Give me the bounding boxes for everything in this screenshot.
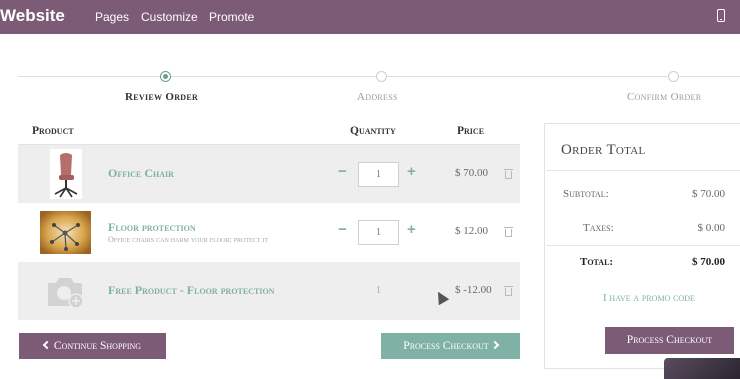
column-header-price: Price	[457, 125, 485, 137]
product-name[interactable]: Floor protection	[108, 220, 196, 235]
floor-protection-thumbnail[interactable]	[40, 211, 91, 254]
process-checkout-button[interactable]: Process Checkout	[381, 333, 520, 359]
trash-icon[interactable]	[504, 286, 513, 296]
trash-icon[interactable]	[504, 227, 513, 237]
wizard-step-dot-address	[376, 71, 387, 82]
column-header-quantity: Quantity	[350, 125, 396, 137]
top-bar: Website Pages Customize Promote	[0, 0, 740, 34]
increase-quantity-icon[interactable]: +	[407, 221, 416, 238]
overlay-thumbnail	[664, 358, 740, 379]
wizard-step-review-order[interactable]: Review Order	[125, 91, 198, 103]
menu-customize[interactable]: Customize	[141, 10, 198, 24]
continue-shopping-label: Continue Shopping	[53, 340, 142, 352]
taxes-label: Taxes:	[583, 222, 614, 234]
product-name[interactable]: Office Chair	[108, 166, 174, 181]
quantity-input[interactable]: 1	[358, 220, 399, 245]
subtotal-value: $ 70.00	[692, 188, 725, 200]
total-value: $ 70.00	[692, 256, 725, 268]
brand-logo[interactable]: Website	[0, 6, 65, 26]
menu-promote[interactable]: Promote	[209, 10, 254, 24]
panel-divider	[546, 245, 740, 246]
continue-shopping-button[interactable]: Continue Shopping	[19, 333, 166, 359]
item-price: $ 70.00	[455, 167, 488, 179]
menu-pages[interactable]: Pages	[95, 10, 129, 24]
wizard-step-address[interactable]: Address	[357, 91, 398, 103]
decrease-quantity-icon[interactable]: −	[338, 221, 347, 238]
office-chair-thumbnail[interactable]	[50, 149, 82, 199]
panel-process-checkout-button[interactable]: Process Checkout	[605, 327, 734, 354]
panel-divider	[546, 170, 740, 171]
cart-row: Office Chair − 1 + $ 70.00	[18, 145, 520, 203]
column-header-product: Product	[32, 125, 74, 137]
wizard-step-dot-confirm	[668, 71, 679, 82]
camera-placeholder-icon	[48, 278, 84, 309]
taxes-value: $ 0.00	[697, 222, 726, 234]
mobile-preview-icon[interactable]	[717, 9, 725, 22]
item-price: $ -12.00	[455, 284, 492, 296]
chevron-right-icon	[490, 341, 499, 350]
decrease-quantity-icon[interactable]: −	[338, 163, 347, 180]
item-price: $ 12.00	[455, 225, 488, 237]
product-name[interactable]: Free Product - Floor protection	[108, 283, 274, 298]
order-total-title: Order Total	[561, 142, 646, 158]
order-total-panel: Order Total Subtotal: $ 70.00 Taxes: $ 0…	[544, 123, 740, 369]
promo-code-link[interactable]: I have a promo code	[603, 292, 695, 304]
product-description: Office chairs can harm your floor: prote…	[108, 235, 269, 244]
subtotal-label: Subtotal:	[563, 188, 609, 200]
quantity-value: 1	[376, 285, 381, 296]
process-checkout-label: Process Checkout	[403, 340, 489, 352]
total-label: Total:	[580, 256, 614, 268]
wizard-step-confirm-order[interactable]: Confirm Order	[627, 91, 701, 103]
chevron-left-icon	[42, 341, 52, 350]
quantity-input[interactable]: 1	[358, 162, 399, 187]
increase-quantity-icon[interactable]: +	[407, 163, 416, 180]
cart-row: Floor protection Office chairs can harm …	[18, 203, 520, 261]
wizard-step-dot-review	[160, 71, 171, 82]
trash-icon[interactable]	[504, 169, 513, 179]
